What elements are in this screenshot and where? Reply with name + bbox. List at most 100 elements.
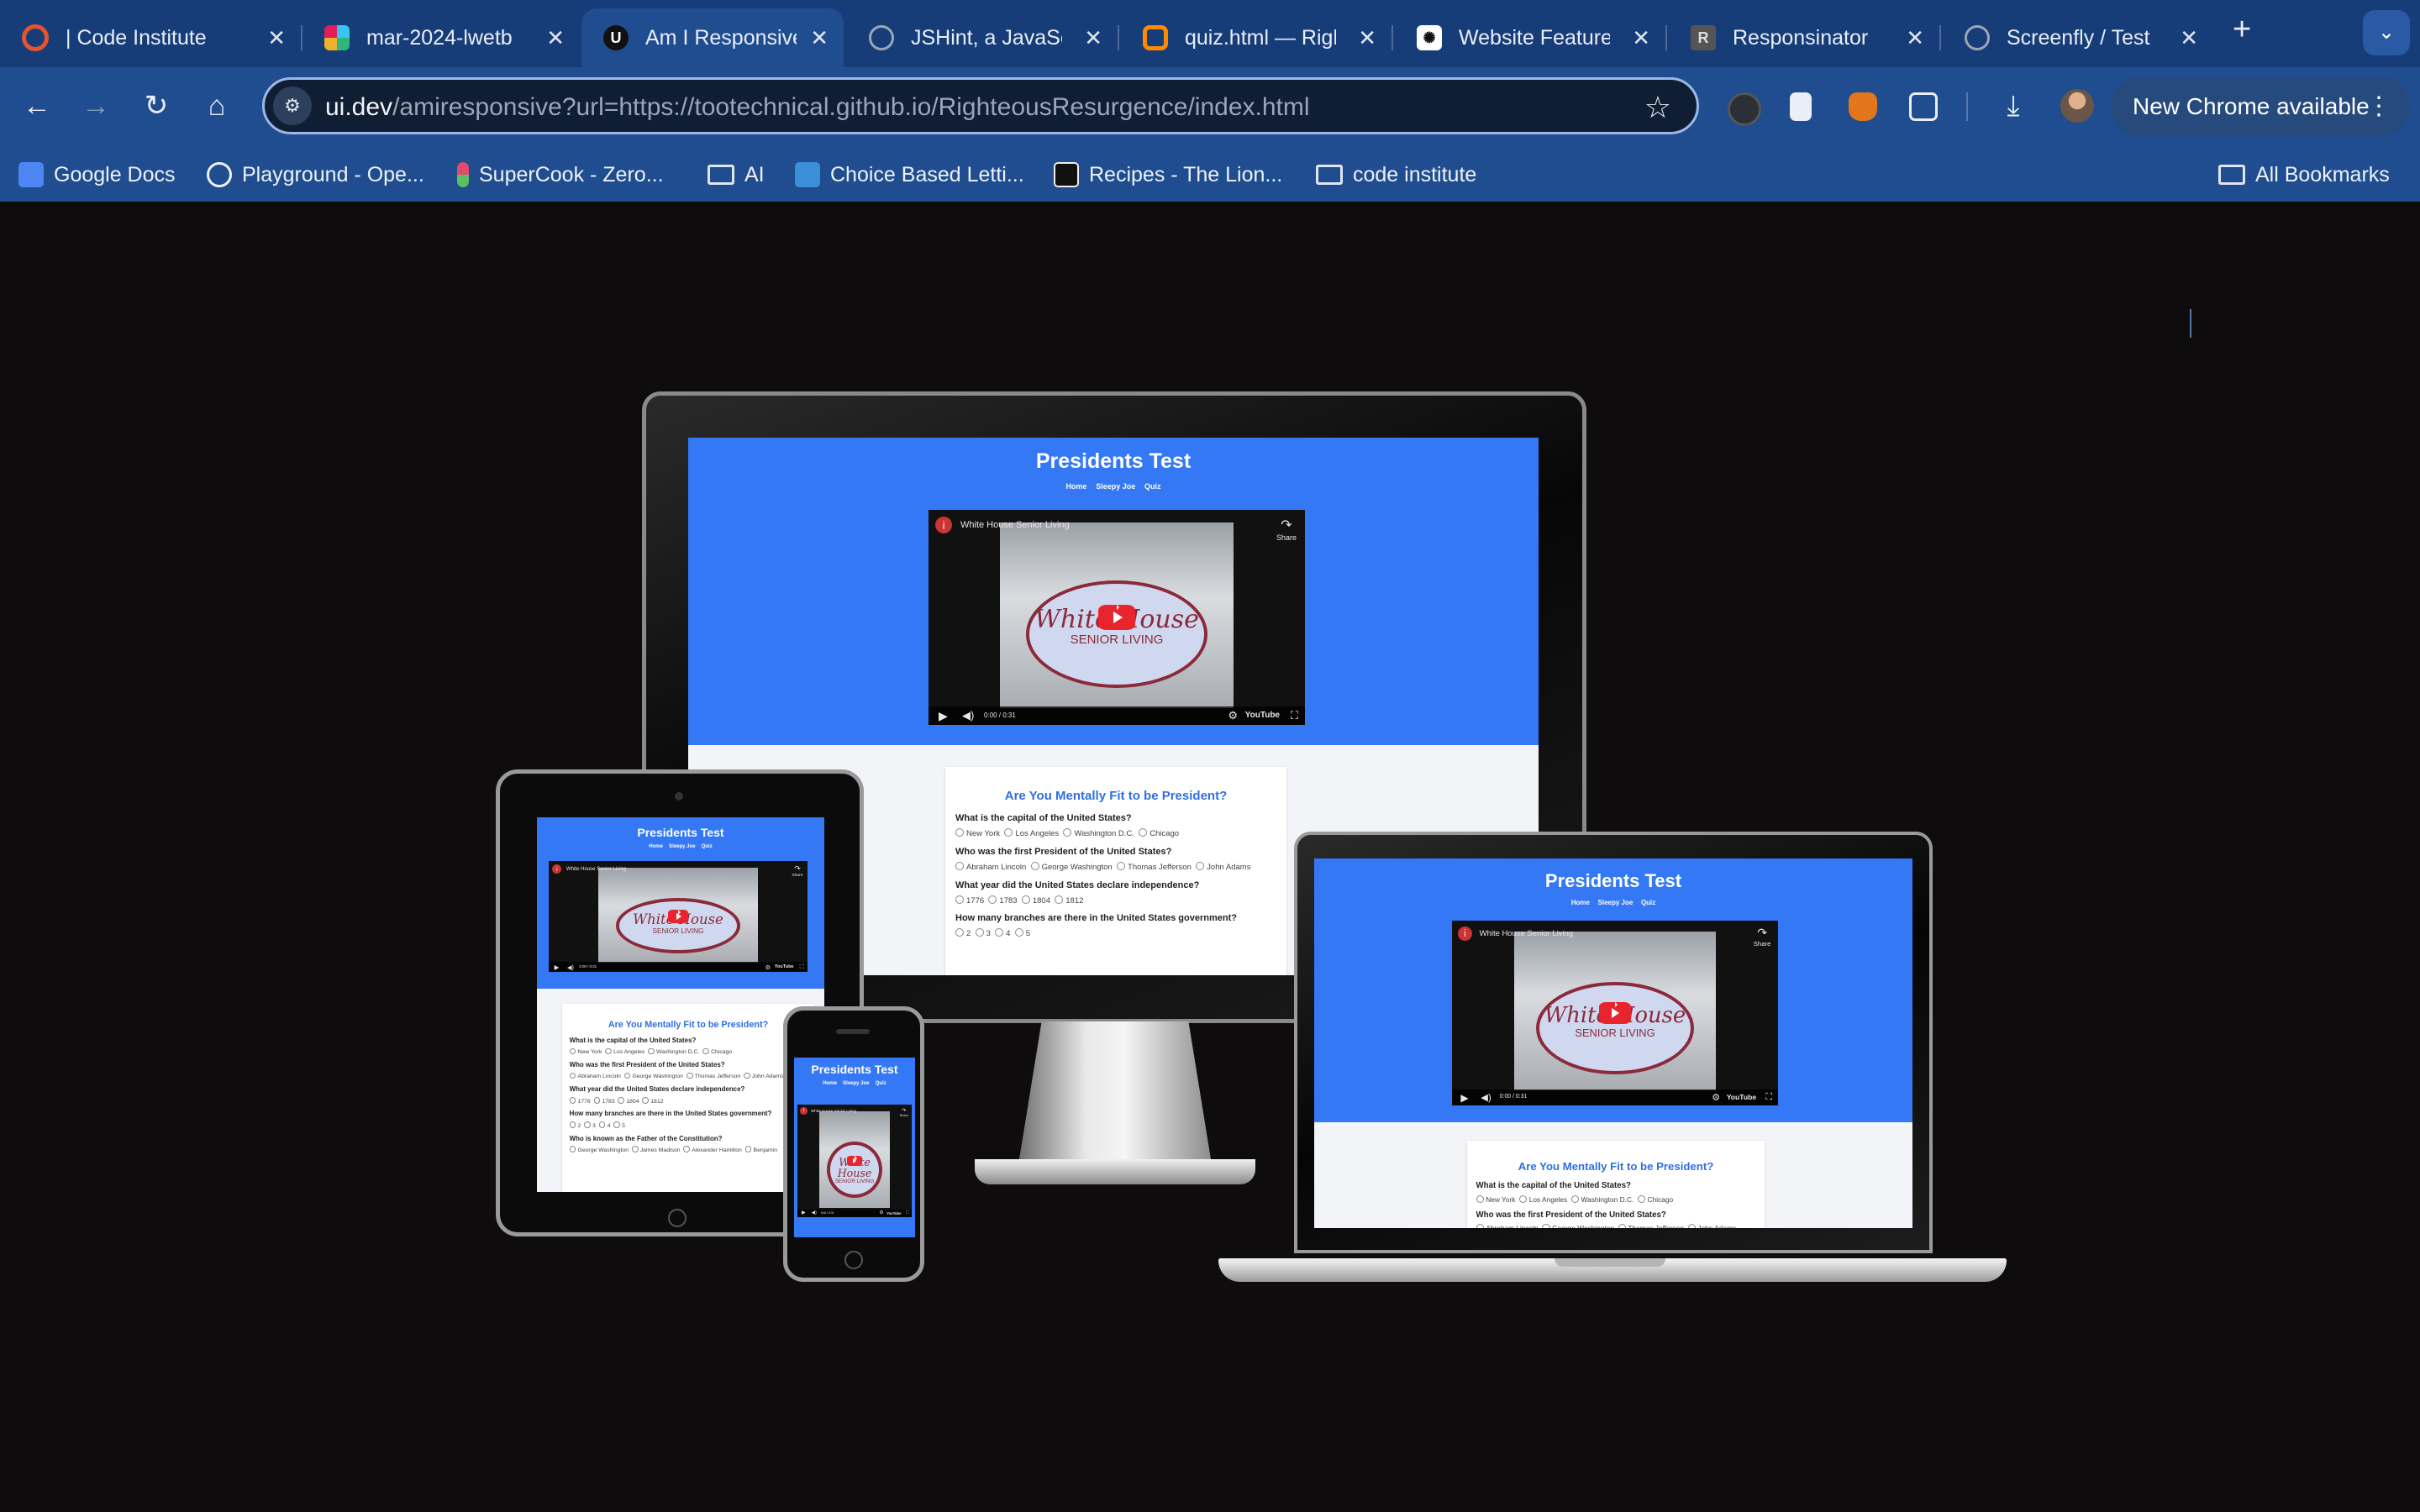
answer-option[interactable]: James Madison <box>631 1145 681 1153</box>
radio-button[interactable] <box>1476 1194 1484 1203</box>
answer-option[interactable]: Chicago <box>702 1047 732 1055</box>
info-icon[interactable]: i <box>935 517 952 533</box>
play-button[interactable] <box>1599 1002 1631 1024</box>
answer-option[interactable]: George Washington <box>569 1145 629 1153</box>
radio-button[interactable] <box>1637 1194 1645 1203</box>
answer-option[interactable]: John Adams <box>1687 1224 1736 1228</box>
radio-button[interactable] <box>955 828 964 837</box>
answer-option[interactable]: Washington D.C. <box>648 1047 699 1055</box>
radio-button[interactable] <box>995 928 1004 937</box>
extension-dark-icon[interactable] <box>1728 92 1761 126</box>
share-button[interactable]: ↷ Share <box>900 1107 908 1117</box>
radio-button[interactable] <box>642 1096 650 1104</box>
play-icon[interactable]: ▶ <box>939 709 948 723</box>
close-icon[interactable]: ✕ <box>267 25 286 51</box>
answer-option[interactable]: John Adams <box>1196 861 1250 872</box>
nav-quiz[interactable]: Quiz <box>1144 482 1161 491</box>
settings-icon[interactable]: ⚙ <box>880 1210 884 1215</box>
radio-button[interactable] <box>1519 1194 1528 1203</box>
close-icon[interactable]: ✕ <box>546 25 565 51</box>
volume-icon[interactable]: ◀) <box>962 709 974 722</box>
more-menu-icon[interactable]: ⋮ <box>2366 77 2391 136</box>
answer-option[interactable]: 1804 <box>1021 895 1050 906</box>
nav-sleepy-joe[interactable]: Sleepy Joe <box>669 844 695 849</box>
bookmark-folder-code-institute[interactable]: code institute <box>1316 158 1476 192</box>
radio-button[interactable] <box>1570 1194 1579 1203</box>
share-button[interactable]: ↷ Share <box>1754 927 1771 948</box>
bookmark-star-icon[interactable]: ☆ <box>1644 90 1671 125</box>
youtube-video[interactable]: White House SENIOR LIVING White House Se… <box>929 510 1305 725</box>
close-icon[interactable]: ✕ <box>1632 25 1650 51</box>
radio-button[interactable] <box>955 928 964 937</box>
nav-home[interactable]: Home <box>823 1081 837 1086</box>
answer-option[interactable]: 3 <box>975 928 991 938</box>
answer-option[interactable]: Washington D.C. <box>1063 828 1134 838</box>
home-button[interactable]: ⌂ <box>195 84 239 128</box>
radio-button[interactable] <box>1542 1224 1550 1228</box>
tab-slack[interactable]: mar-2024-lwetb ✕ <box>302 8 580 67</box>
answer-option[interactable]: Benjamin <box>744 1145 777 1153</box>
answer-option[interactable]: George Washington <box>1542 1224 1614 1228</box>
nav-sleepy-joe[interactable]: Sleepy Joe <box>1096 482 1135 491</box>
fullscreen-icon[interactable]: ⛶ <box>1291 709 1298 722</box>
settings-icon[interactable]: ⚙ <box>1712 1092 1720 1103</box>
radio-button[interactable] <box>1687 1224 1696 1228</box>
answer-option[interactable]: 2 <box>569 1121 581 1129</box>
tab-search-button[interactable]: ⌄ <box>2363 10 2410 55</box>
nav-home[interactable]: Home <box>1571 899 1590 906</box>
bookmark-google-docs[interactable]: Google Docs <box>18 158 176 192</box>
answer-option[interactable]: 3 <box>584 1121 596 1129</box>
volume-icon[interactable]: ◀) <box>812 1210 817 1215</box>
close-icon[interactable]: ✕ <box>810 25 829 51</box>
radio-button[interactable] <box>744 1145 752 1152</box>
nav-home[interactable]: Home <box>1065 482 1086 491</box>
youtube-brand[interactable]: YouTube <box>1245 711 1280 720</box>
tab-jshint[interactable]: JSHint, a JavaSc ✕ <box>847 8 1119 67</box>
answer-option[interactable]: 1804 <box>618 1096 639 1105</box>
answer-option[interactable]: New York <box>955 828 1000 838</box>
volume-icon[interactable]: ◀) <box>1481 1092 1491 1103</box>
radio-button[interactable] <box>631 1145 639 1152</box>
radio-button[interactable] <box>598 1121 606 1128</box>
nav-quiz[interactable]: Quiz <box>876 1081 886 1086</box>
nav-quiz[interactable]: Quiz <box>702 844 713 849</box>
answer-option[interactable]: Washington D.C. <box>1570 1194 1634 1204</box>
radio-button[interactable] <box>686 1072 693 1079</box>
bookmark-supercook[interactable]: SuperCook - Zero... <box>457 158 664 192</box>
volume-icon[interactable]: ◀) <box>567 963 574 971</box>
youtube-brand[interactable]: YouTube <box>1727 1093 1756 1101</box>
radio-button[interactable] <box>569 1121 576 1128</box>
youtube-video[interactable]: White House SENIOR LIVING White House Se… <box>1452 921 1778 1105</box>
radio-button[interactable] <box>613 1121 620 1128</box>
tab-chatgpt[interactable]: ✺ Website Feature ✕ <box>1395 8 1667 67</box>
answer-option[interactable]: Abraham Lincoln <box>569 1072 621 1079</box>
answer-option[interactable]: New York <box>569 1047 602 1055</box>
radio-button[interactable] <box>593 1096 601 1104</box>
answer-option[interactable]: Chicago <box>1637 1194 1673 1204</box>
answer-option[interactable]: 4 <box>598 1121 610 1129</box>
radio-button[interactable] <box>605 1047 612 1055</box>
nav-sleepy-joe[interactable]: Sleepy Joe <box>843 1081 869 1086</box>
radio-button[interactable] <box>955 895 964 904</box>
youtube-brand[interactable]: YouTube <box>775 964 794 969</box>
radio-button[interactable] <box>1021 895 1030 904</box>
radio-button[interactable] <box>569 1096 576 1104</box>
bookmark-playground[interactable]: Playground - Ope... <box>207 158 424 192</box>
close-icon[interactable]: ✕ <box>2180 25 2198 51</box>
answer-option[interactable]: 1812 <box>1055 895 1083 906</box>
answer-option[interactable]: 1776 <box>955 895 984 906</box>
answer-option[interactable]: 5 <box>613 1121 625 1129</box>
answer-option[interactable]: 1783 <box>593 1096 615 1105</box>
answer-option[interactable]: Abraham Lincoln <box>1476 1224 1539 1228</box>
radio-button[interactable] <box>1618 1224 1626 1228</box>
radio-button[interactable] <box>623 1072 631 1079</box>
youtube-brand[interactable]: YouTube <box>886 1211 901 1215</box>
radio-button[interactable] <box>1139 828 1148 837</box>
radio-button[interactable] <box>1476 1224 1484 1228</box>
radio-button[interactable] <box>975 928 984 937</box>
answer-option[interactable]: 1812 <box>642 1096 663 1105</box>
answer-option[interactable]: Alexander Hamilton <box>683 1145 742 1153</box>
radio-button[interactable] <box>648 1047 655 1055</box>
fullscreen-icon[interactable]: ⛶ <box>800 963 804 971</box>
radio-button[interactable] <box>1117 861 1126 870</box>
